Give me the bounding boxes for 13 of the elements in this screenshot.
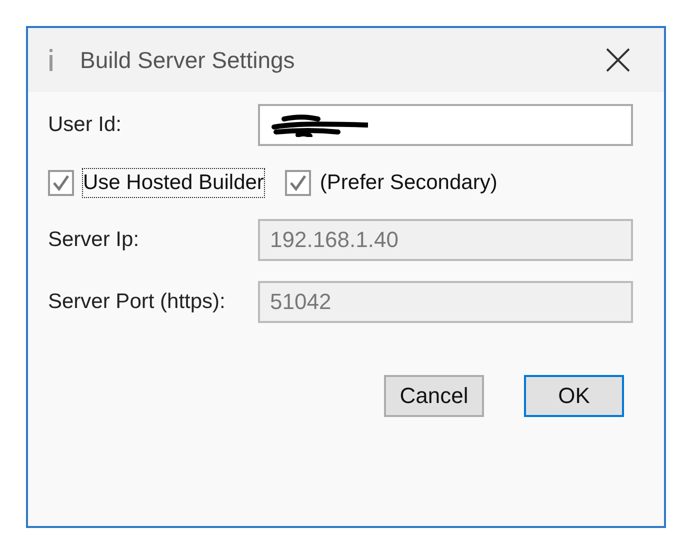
close-icon bbox=[606, 48, 630, 72]
info-icon bbox=[48, 49, 54, 71]
field-label: Server Ip: bbox=[48, 228, 140, 252]
field-label: Server Port (https): bbox=[48, 290, 226, 314]
field-label: User Id: bbox=[48, 113, 123, 137]
dialog-button[interactable]: OK bbox=[524, 375, 624, 417]
window-title: Build Server Settings bbox=[80, 46, 296, 74]
close-button[interactable] bbox=[606, 48, 630, 72]
dialog-button[interactable]: Cancel bbox=[384, 375, 484, 417]
check-icon bbox=[51, 173, 71, 193]
input-field[interactable] bbox=[258, 104, 633, 146]
check-icon bbox=[288, 173, 308, 193]
checkbox[interactable]: (Prefer Secondary) bbox=[284, 168, 498, 198]
